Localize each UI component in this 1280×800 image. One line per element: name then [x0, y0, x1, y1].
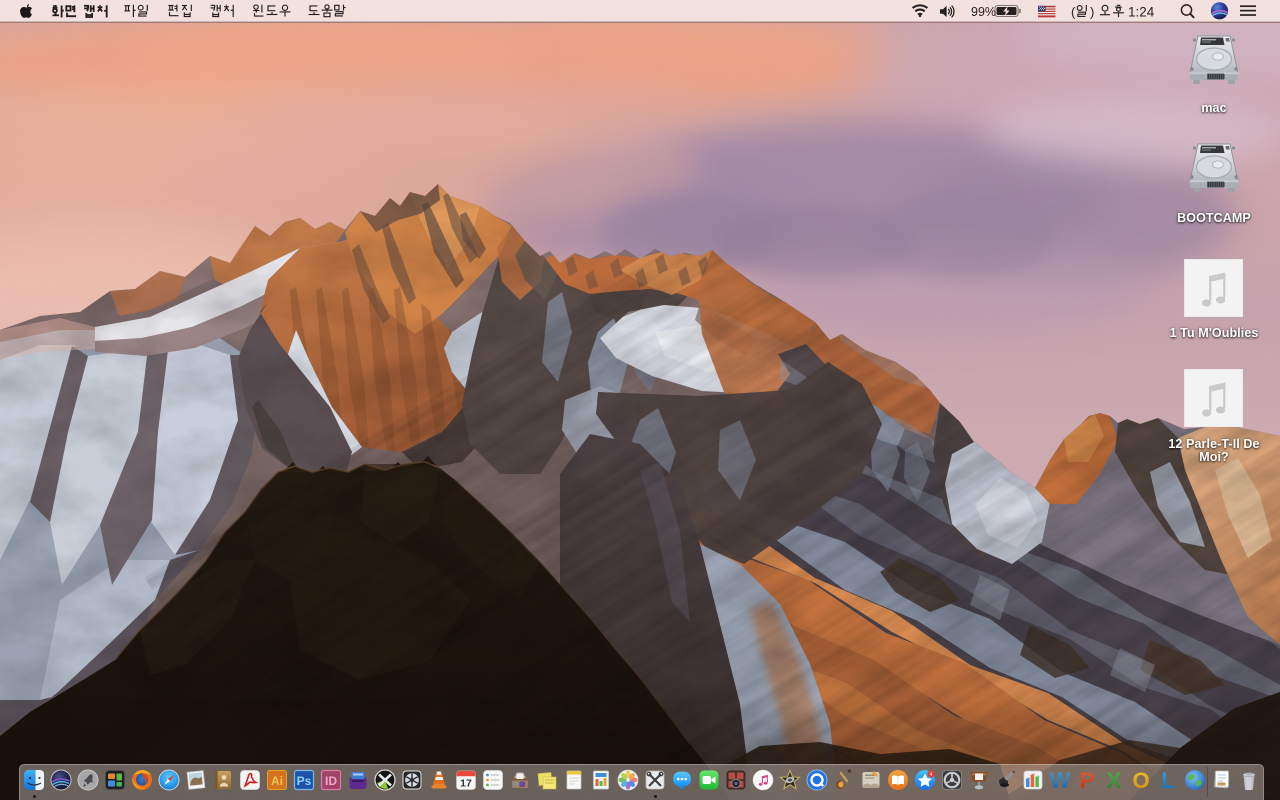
svg-text:ID: ID — [325, 774, 337, 788]
svg-text:(: ( — [1071, 5, 1076, 20]
svg-text:L: L — [1161, 769, 1174, 791]
svg-text:1:24: 1:24 — [1128, 5, 1155, 20]
svg-text:X: X — [1107, 769, 1122, 791]
svg-text:P: P — [1080, 769, 1095, 791]
svg-text:O: O — [1132, 769, 1149, 791]
svg-text:4: 4 — [930, 772, 933, 778]
svg-text:99%: 99% — [971, 5, 996, 19]
svg-text:W: W — [1050, 769, 1071, 791]
svg-text:17: 17 — [460, 778, 472, 790]
svg-text:Ps: Ps — [297, 774, 312, 788]
svg-text:Ai: Ai — [271, 774, 283, 788]
svg-text:): ) — [1090, 5, 1094, 20]
